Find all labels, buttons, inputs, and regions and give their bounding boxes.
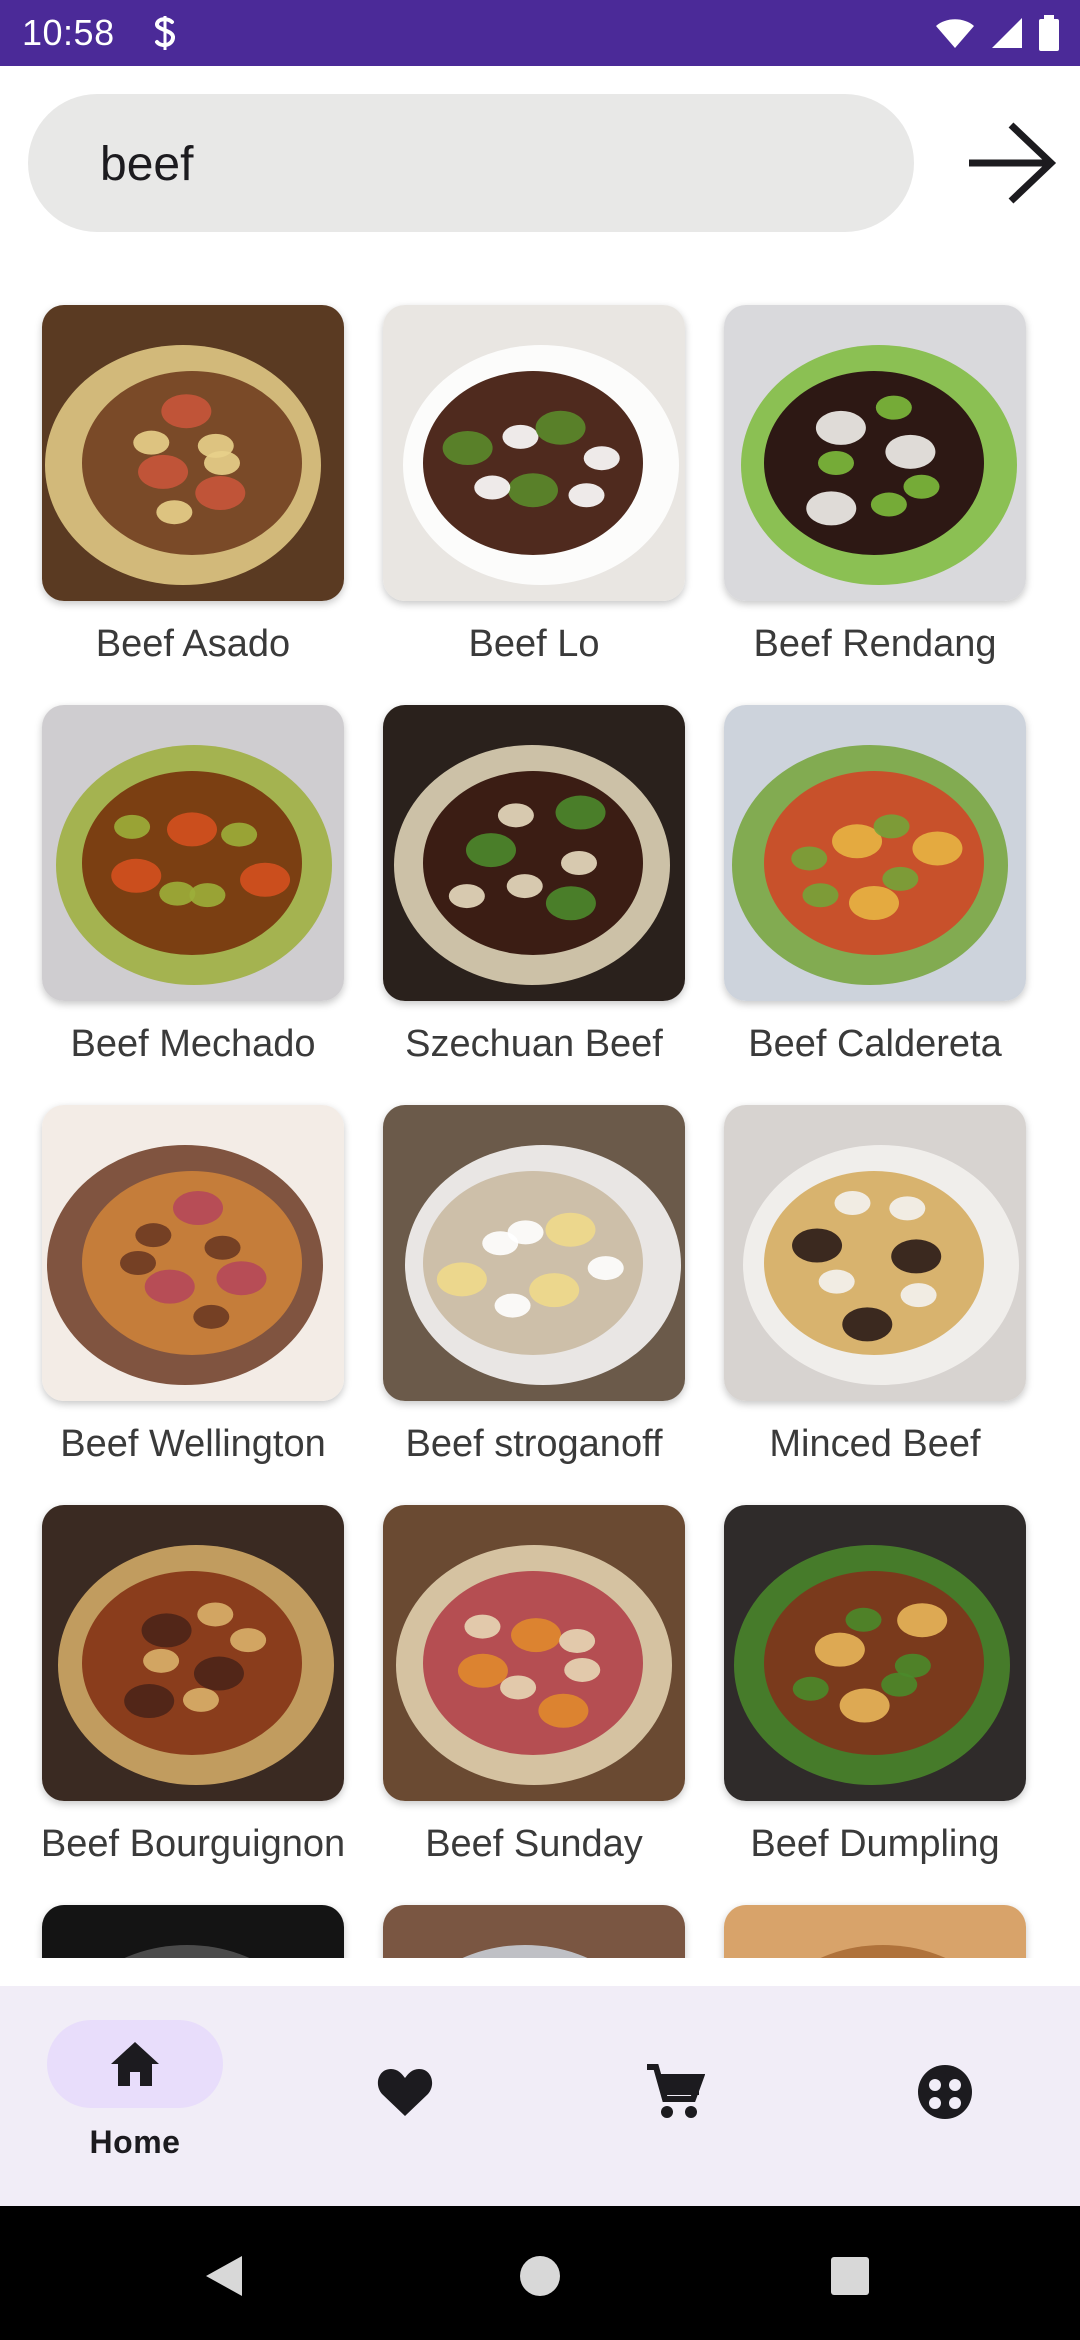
arrow-right-icon (969, 122, 1057, 204)
back-icon[interactable] (202, 2254, 246, 2298)
home-circle-icon[interactable] (518, 2254, 562, 2298)
recipe-image (42, 305, 344, 601)
recipe-name: Beef Mechado (70, 1023, 316, 1065)
nav-favorites[interactable] (317, 1986, 493, 2206)
sync-status-icon (155, 16, 175, 50)
status-time: 10:58 (22, 12, 115, 53)
battery-icon (1039, 15, 1059, 51)
recipe-name: Szechuan Beef (405, 1023, 663, 1065)
face-icon (918, 2065, 972, 2119)
recipe-image (724, 1905, 1026, 1958)
search-submit-button[interactable] (958, 110, 1064, 216)
wifi-icon (936, 19, 974, 48)
recipe-name: Beef Bourguignon (40, 1823, 346, 1865)
recipe-image (42, 705, 344, 1001)
system-navigation-bar (0, 2206, 1080, 2340)
recipe-image (383, 1905, 685, 1958)
recipe-image (42, 1505, 344, 1801)
recipe-image (42, 1105, 344, 1401)
recipe-grid[interactable]: Beef Asado Beef Lo Beef Rendang Beef Mechad… (0, 300, 1080, 1958)
home-icon (111, 2042, 159, 2086)
recipe-name: Beef Caldereta (748, 1023, 1002, 1065)
nav-home-indicator (47, 2020, 223, 2108)
recipe-name: Beef Dumpling (750, 1823, 1000, 1865)
recipe-image (383, 1105, 685, 1401)
heart-icon (377, 2069, 433, 2116)
recipe-image (383, 305, 685, 601)
search-input[interactable] (98, 94, 862, 234)
bottom-navigation: Home (0, 1986, 1080, 2206)
recipe-name: Minced Beef (769, 1423, 981, 1465)
nav-profile[interactable] (857, 1986, 1033, 2206)
recipe-name: Beef Asado (95, 623, 291, 665)
nav-home[interactable]: Home (47, 1986, 223, 2206)
recipe-image (724, 1505, 1026, 1801)
recipe-name: Beef Rendang (753, 623, 997, 665)
recipe-image (724, 305, 1026, 601)
nav-home-label: Home (89, 2124, 181, 2160)
recipe-image (724, 705, 1026, 1001)
recents-icon[interactable] (830, 2256, 870, 2296)
recipe-image (383, 705, 685, 1001)
recipe-name: Beef Sunday (425, 1823, 643, 1865)
recipe-name: Beef stroganoff (405, 1423, 663, 1465)
status-bar: 10:58 (0, 0, 1080, 66)
recipe-name: Beef Wellington (60, 1423, 326, 1465)
recipe-image (383, 1505, 685, 1801)
search-bar[interactable] (28, 94, 914, 234)
nav-cart[interactable] (587, 1986, 763, 2206)
recipe-image (724, 1105, 1026, 1401)
cart-icon (647, 2064, 705, 2118)
signal-icon (992, 18, 1022, 48)
recipe-image (42, 1905, 344, 1958)
recipe-name: Beef Lo (468, 623, 600, 665)
